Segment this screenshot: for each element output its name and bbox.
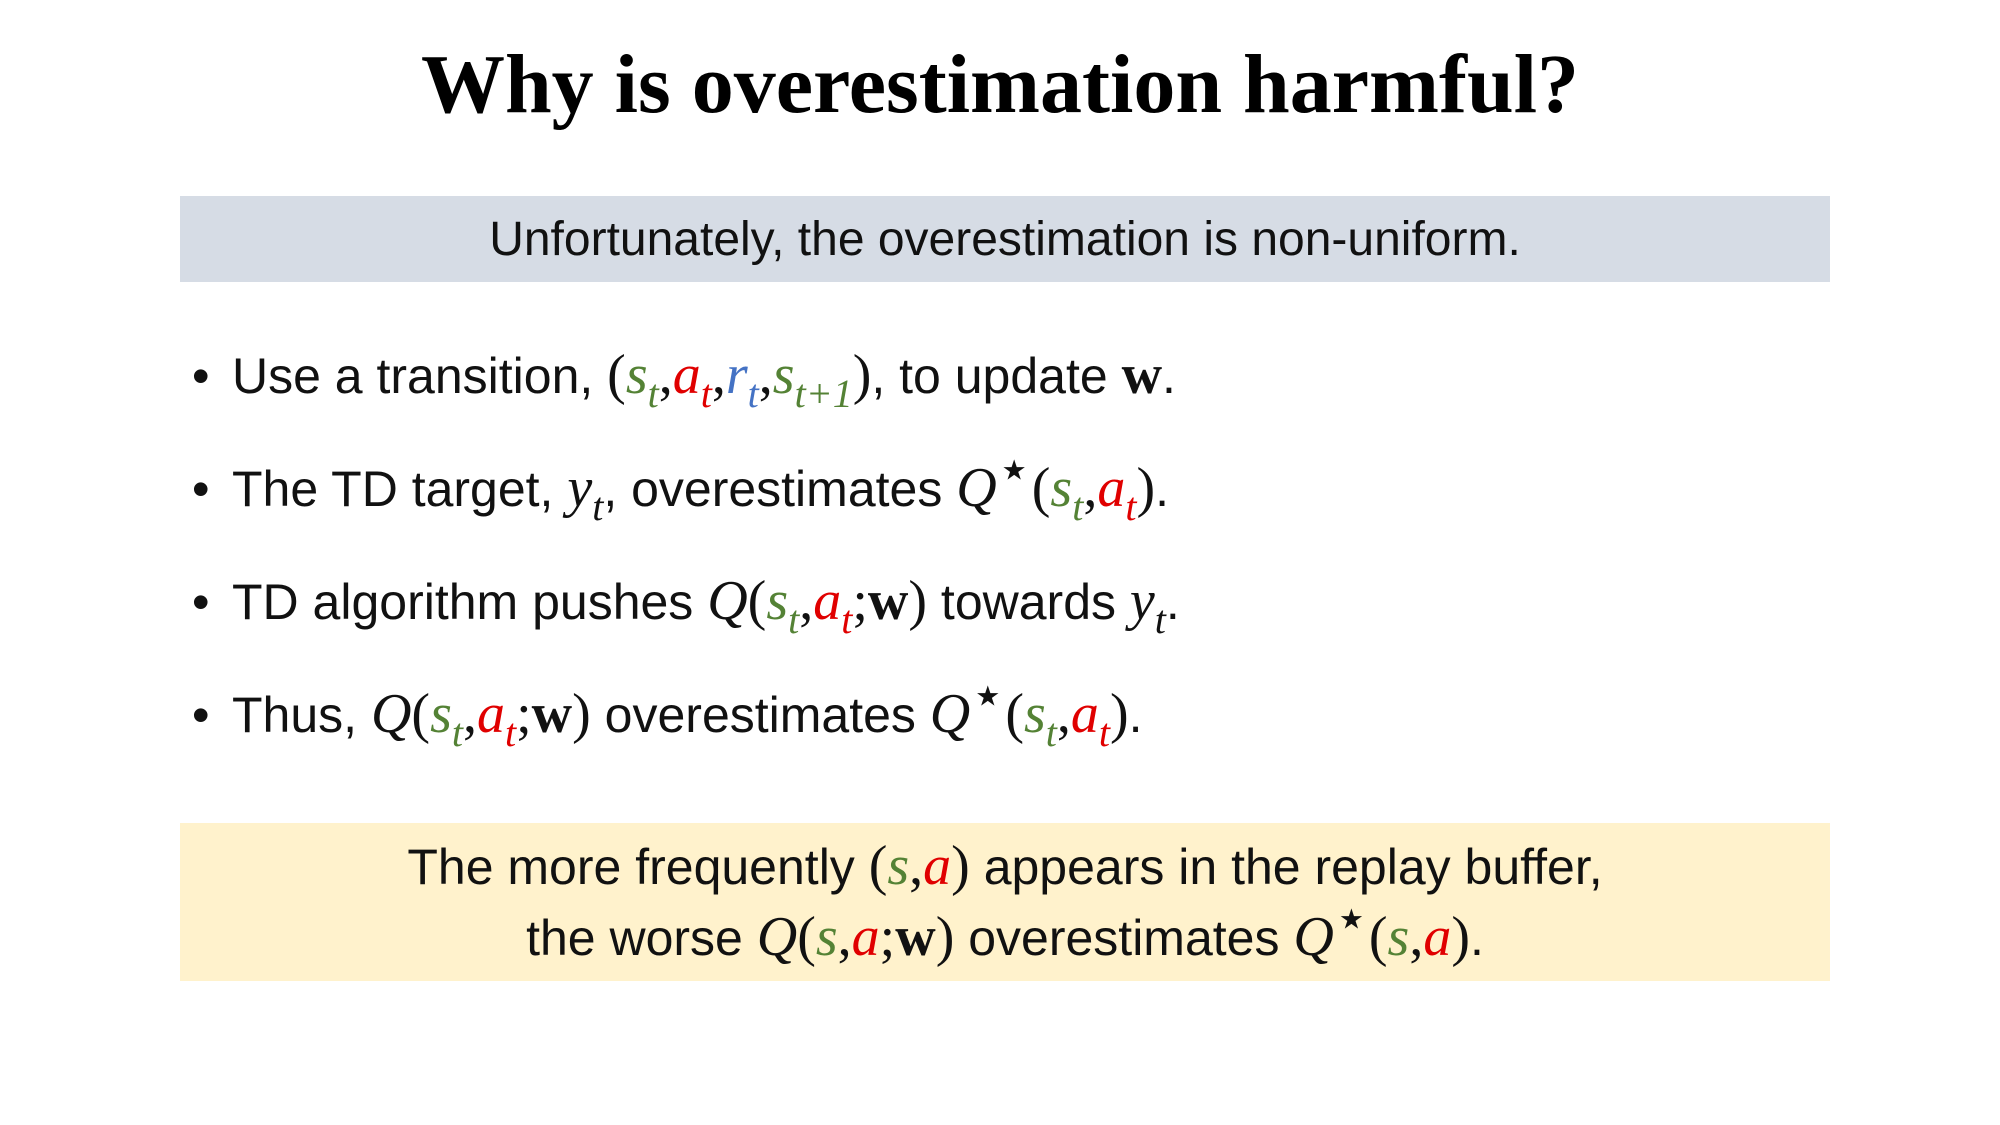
bullet-list: • Use a transition, (st,at,rt,st+1), to u…	[192, 335, 1832, 787]
bullet-text: , overestimates	[603, 461, 957, 517]
math-qstar: Q⋆(st,at)	[956, 439, 1156, 529]
bullet-text: towards	[927, 574, 1130, 630]
bullet-dot: •	[192, 687, 210, 743]
math-q-w: Q(st,at;w)	[707, 570, 928, 642]
math-transition-tuple: (st,at,rt,st+1)	[607, 344, 872, 416]
bullet-text: overestimates	[590, 687, 930, 743]
math-qstar: Q⋆(st,at)	[929, 665, 1129, 755]
math-qstar: Q⋆(s,a)	[1293, 888, 1470, 968]
bullet-thus: • Thus, Q(st,at;w) overestimates Q⋆(st,at…	[192, 665, 1143, 755]
math-yt: yt	[1129, 570, 1166, 642]
math-w: w	[1121, 344, 1163, 406]
top-banner: Unfortunately, the overestimation is non…	[180, 196, 1830, 282]
bullet-text: Use a transition,	[232, 348, 608, 404]
bullet-td-target: • The TD target, yt, overestimates Q⋆(st,…	[192, 439, 1169, 529]
math-q-w: Q(st,at;w)	[370, 683, 591, 755]
bullet-text: , to update	[871, 348, 1122, 404]
math-yt: yt	[567, 457, 604, 529]
math-q-w: Q(s,a;w)	[756, 906, 955, 968]
bullet-dot: •	[192, 348, 210, 404]
bottom-banner-line-2: the worse Q(s,a;w) overestimates Q⋆(s,a)…	[526, 888, 1484, 968]
bullet-td-algorithm: • TD algorithm pushes Q(st,at;w) towards …	[192, 561, 1832, 674]
bullet-text: Thus,	[232, 687, 371, 743]
bottom-banner: The more frequently (s,a) appears in the…	[180, 823, 1830, 981]
bottom-banner-line-1: The more frequently (s,a) appears in the…	[407, 835, 1603, 897]
math-sa: (s,a)	[868, 835, 970, 897]
slide-title: Why is overestimation harmful?	[420, 38, 1580, 131]
bullet-transition: • Use a transition, (st,at,rt,st+1), to u…	[192, 335, 1832, 448]
bullet-dot: •	[192, 574, 210, 630]
bullet-dot: •	[192, 461, 210, 517]
top-banner-text: Unfortunately, the overestimation is non…	[489, 212, 1521, 266]
bullet-text: TD algorithm pushes	[232, 574, 708, 630]
bullet-text: The TD target,	[232, 461, 568, 517]
